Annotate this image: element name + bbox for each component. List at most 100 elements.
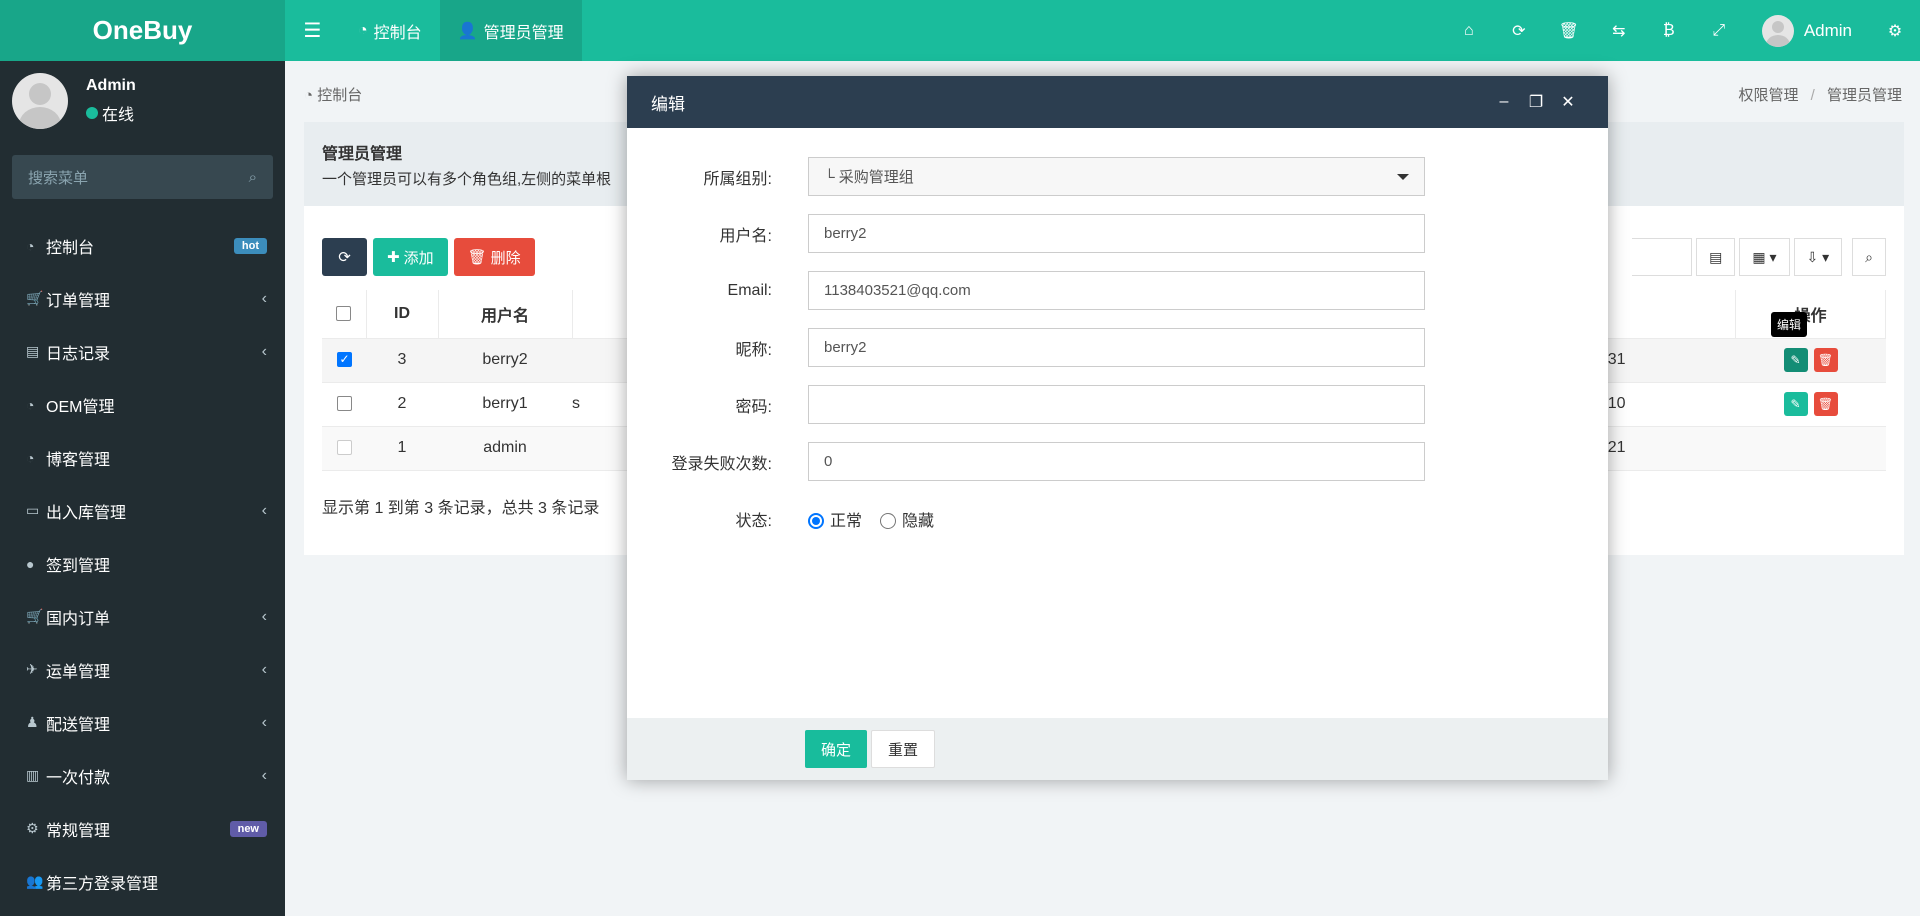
sidebar-item-inventory[interactable]: ▭ 出入库管理 ‹ <box>0 484 285 537</box>
add-button[interactable]: ✚ 添加 <box>373 238 448 276</box>
sidebar-item-logs[interactable]: ▤ 日志记录 ‹ <box>0 325 285 378</box>
refresh-button[interactable]: ⟳ <box>322 238 367 276</box>
sidebar-item-oem[interactable]: ◔ OEM管理 <box>0 378 285 431</box>
dashboard-icon: ◔ <box>26 237 35 254</box>
sidebar-item-delivery[interactable]: ♟ 配送管理 ‹ <box>0 696 285 749</box>
form-row-password: 密码: <box>627 376 1608 433</box>
dashboard-icon: ◔ <box>26 396 35 413</box>
menu-search-input[interactable]: 搜索菜单 ⌕ <box>12 155 273 199</box>
minimize-icon[interactable]: – <box>1488 93 1520 111</box>
grid-icon: ▦ ▾ <box>1752 248 1777 265</box>
app-logo[interactable]: OneBuy <box>0 0 285 61</box>
delete-row-button[interactable]: 🗑 <box>1813 392 1838 416</box>
reset-button[interactable]: 重置 <box>871 730 935 768</box>
email-field[interactable]: 1138403521@qq.com <box>808 271 1425 310</box>
dialog-footer: 确定 重置 <box>627 718 1608 780</box>
password-label: 密码: <box>735 398 772 416</box>
status-hidden-radio[interactable]: 隐藏 <box>880 507 934 531</box>
dashboard-icon: ◔ <box>358 21 368 39</box>
user-menu[interactable]: Admin <box>1744 14 1870 47</box>
chevron-left-icon: ‹ <box>261 660 267 678</box>
cell-username: admin <box>438 426 572 471</box>
login-failures-label: 登录失败次数: <box>671 455 772 473</box>
cell-id: 1 <box>366 426 438 471</box>
export-button[interactable]: ⇩ ▾ <box>1793 238 1843 276</box>
settings-icon[interactable]: ⚙ <box>1870 0 1920 61</box>
toggle-view-button[interactable]: ▤ <box>1696 238 1736 276</box>
tab-dashboard[interactable]: ◔ 控制台 <box>340 0 440 61</box>
table-search-input[interactable] <box>1632 238 1693 276</box>
dialog-title: 编辑 <box>651 94 685 114</box>
avatar <box>12 73 68 129</box>
sidebar-item-third-party-login[interactable]: 👥 第三方登录管理 <box>0 855 285 908</box>
trash-icon: 🗑 <box>467 249 487 266</box>
table-toolbar: ⟳ ✚ 添加 🗑 删除 <box>322 238 535 276</box>
sidebar-item-general[interactable]: ⚙ 常规管理 new <box>0 802 285 855</box>
tab-admin-management[interactable]: 👤 管理员管理 <box>439 0 582 61</box>
row-checkbox[interactable] <box>336 352 352 368</box>
form-row-status: 状态: 正常 隐藏 <box>627 490 1608 547</box>
dialog-header: 编辑 – ❐ ✕ <box>627 76 1608 128</box>
chevron-left-icon: ‹ <box>261 501 267 519</box>
edit-button[interactable]: ✎ <box>1783 392 1808 416</box>
sidebar-item-orders[interactable]: 🛒 订单管理 ‹ <box>0 272 285 325</box>
sidebar-toggle-icon[interactable]: ☰ <box>285 0 340 61</box>
search-button[interactable]: ⌕ <box>1852 238 1886 276</box>
confirm-button[interactable]: 确定 <box>805 730 867 768</box>
nickname-field[interactable]: berry2 <box>808 328 1425 367</box>
maximize-icon[interactable]: ❐ <box>1520 92 1552 112</box>
export-icon: ⇩ ▾ <box>1806 248 1830 265</box>
tab-label: 管理员管理 <box>483 24 564 42</box>
cell-time: 34:10 <box>1585 382 1736 427</box>
sidebar-item-waybill[interactable]: ✈ 运单管理 ‹ <box>0 643 285 696</box>
hot-badge: hot <box>233 237 267 254</box>
chevron-left-icon: ‹ <box>261 713 267 731</box>
page-breadcrumb: ◔ 控制台 <box>304 84 362 105</box>
sidebar-item-label: 出入库管理 <box>46 504 127 522</box>
bitcoin-icon[interactable]: ₿ <box>1644 0 1694 61</box>
sidebar-item-checkin[interactable]: ● 签到管理 <box>0 537 285 590</box>
home-icon[interactable]: ⌂ <box>1444 0 1494 61</box>
sidebar-item-label: 一次付款 <box>46 769 111 787</box>
sidebar-item-one-time-payment[interactable]: ▥ 一次付款 ‹ <box>0 749 285 802</box>
delete-row-button[interactable]: 🗑 <box>1813 348 1838 372</box>
sidebar-item-label: 运单管理 <box>46 663 111 681</box>
breadcrumb-item[interactable]: 权限管理 <box>1738 87 1798 104</box>
table-tools: ▤ ▦ ▾ ⇩ ▾ ⌕ <box>1632 238 1886 276</box>
edit-form: 所属组别: └ 采购管理组 用户名: berry2 Email: 1138403… <box>627 128 1608 547</box>
trash-icon[interactable]: 🗑 <box>1544 0 1594 61</box>
status-normal-radio[interactable]: 正常 <box>808 507 862 531</box>
password-field[interactable] <box>808 385 1425 424</box>
row-checkbox[interactable] <box>336 396 352 412</box>
tab-label: 控制台 <box>373 24 422 42</box>
refresh-icon[interactable]: ⟳ <box>1494 0 1544 61</box>
breadcrumb-separator: / <box>1810 87 1815 104</box>
column-header-username[interactable]: 用户名 <box>438 290 573 339</box>
breadcrumb-item-current: 管理员管理 <box>1826 87 1902 104</box>
radio-label: 正常 <box>830 512 863 530</box>
search-icon[interactable]: ⌕ <box>249 169 257 186</box>
edit-button[interactable]: ✎ <box>1783 348 1808 372</box>
sidebar-item-label: 配送管理 <box>46 716 111 734</box>
columns-button[interactable]: ▦ ▾ <box>1739 238 1790 276</box>
column-header-time[interactable] <box>1585 290 1736 339</box>
sidebar-item-dashboard[interactable]: ◔ 控制台 hot <box>0 219 285 272</box>
login-failures-field[interactable]: 0 <box>808 442 1425 481</box>
trash-icon: 🗑 <box>1817 397 1834 411</box>
basket-icon: ▥ <box>26 767 40 783</box>
select-all-checkbox[interactable] <box>336 306 352 322</box>
close-icon[interactable]: ✕ <box>1552 92 1584 112</box>
fullscreen-icon[interactable]: ⤢ <box>1694 0 1744 61</box>
online-dot-icon <box>86 107 98 119</box>
username-field[interactable]: berry2 <box>808 214 1425 253</box>
row-checkbox <box>336 440 352 456</box>
column-header-id[interactable]: ID <box>366 290 439 339</box>
breadcrumb-item[interactable]: 控制台 <box>317 87 362 104</box>
cart-icon: 🛒 <box>26 290 44 306</box>
delete-button[interactable]: 🗑 删除 <box>453 238 535 276</box>
group-select[interactable]: └ 采购管理组 <box>808 157 1425 196</box>
language-icon[interactable]: ⇆ <box>1594 0 1644 61</box>
inbox-icon: ▭ <box>26 502 40 518</box>
sidebar-item-blog[interactable]: ◔ 博客管理 <box>0 431 285 484</box>
sidebar-item-domestic-orders[interactable]: 🛒 国内订单 ‹ <box>0 590 285 643</box>
